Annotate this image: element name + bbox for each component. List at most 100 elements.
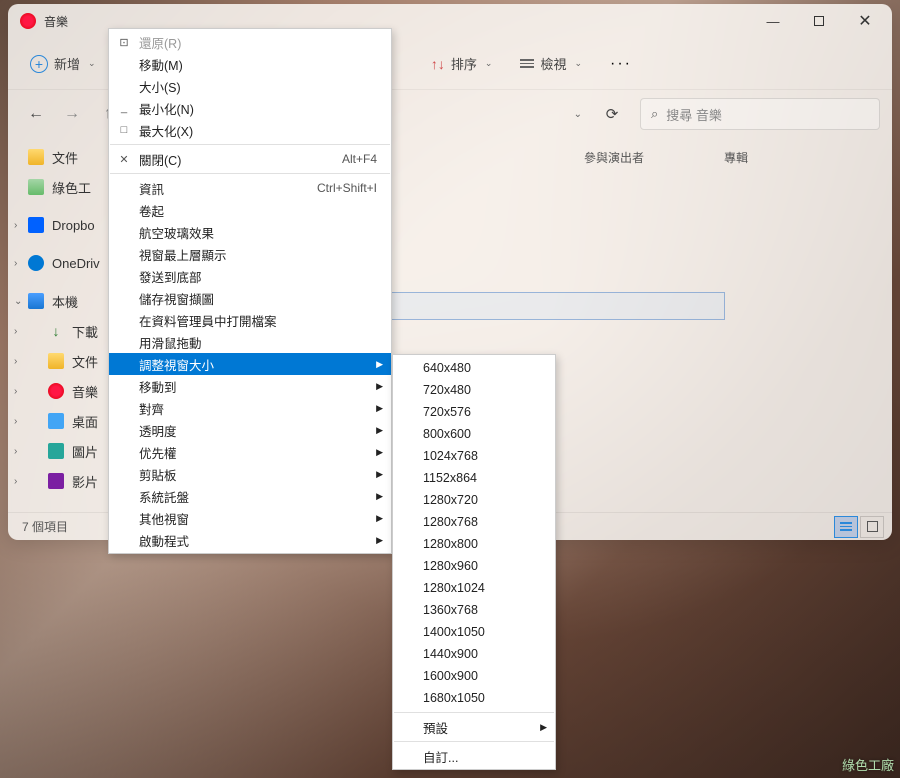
menu-size-option[interactable]: 1280x800 (393, 533, 555, 555)
menu-topmost[interactable]: 視窗最上層顯示 (109, 243, 391, 265)
menu-save-screenshot[interactable]: 儲存視窗擷圖 (109, 287, 391, 309)
empty-folder-message (355, 292, 725, 320)
menu-move-to[interactable]: 移動到▶ (109, 375, 391, 397)
menu-size-option[interactable]: 1440x900 (393, 643, 555, 665)
menu-preset[interactable]: 預設▶ (393, 716, 555, 738)
new-button[interactable]: + 新增 ⌄ (20, 48, 106, 79)
expand-icon[interactable]: › (14, 476, 26, 487)
sort-icon: ↑↓ (431, 56, 445, 72)
menu-size-option[interactable]: 1600x900 (393, 665, 555, 687)
menu-size-option[interactable]: 1024x768 (393, 445, 555, 467)
menu-size-option[interactable]: 1680x1050 (393, 687, 555, 709)
menu-size-option[interactable]: 1280x768 (393, 511, 555, 533)
close-icon: ✕ (117, 153, 131, 166)
column-artist[interactable]: 參與演出者 (584, 149, 724, 166)
menu-size-option[interactable]: 1360x768 (393, 599, 555, 621)
submenu-arrow-icon: ▶ (540, 722, 547, 733)
expand-icon[interactable]: › (14, 258, 26, 269)
submenu-arrow-icon: ▶ (376, 359, 383, 370)
submenu-arrow-icon: ▶ (376, 425, 383, 436)
chevron-down-icon: ⌄ (574, 58, 582, 69)
more-button[interactable]: ··· (600, 49, 642, 79)
expand-icon[interactable]: › (14, 446, 26, 457)
watermark: 綠色工廠 (842, 755, 894, 774)
view-icon (520, 59, 534, 68)
sort-button[interactable]: ↑↓ 排序 ⌄ (421, 48, 503, 79)
menu-send-bottom[interactable]: 發送到底部 (109, 265, 391, 287)
submenu-arrow-icon: ▶ (376, 491, 383, 502)
menu-minimize[interactable]: _最小化(N) (109, 97, 391, 119)
submenu-arrow-icon: ▶ (376, 469, 383, 480)
menu-size-option[interactable]: 720x576 (393, 401, 555, 423)
menu-size-option[interactable]: 1400x1050 (393, 621, 555, 643)
music-app-icon (20, 13, 36, 29)
submenu-arrow-icon: ▶ (376, 513, 383, 524)
collapse-icon[interactable]: ⌄ (14, 296, 26, 307)
menu-size-option[interactable]: 640x480 (393, 357, 555, 379)
menu-align[interactable]: 對齊▶ (109, 397, 391, 419)
view-button[interactable]: 檢視 ⌄ (510, 48, 592, 79)
search-icon: ⌕ (651, 106, 658, 122)
menu-systray[interactable]: 系統託盤▶ (109, 485, 391, 507)
menu-restore[interactable]: ⊡還原(R) (109, 31, 391, 53)
window-title: 音樂 (44, 13, 750, 30)
breadcrumb-chevron-icon[interactable]: ⌄ (564, 109, 592, 120)
menu-aero[interactable]: 航空玻璃效果 (109, 221, 391, 243)
close-button[interactable]: ✕ (842, 5, 888, 37)
expand-icon[interactable]: › (14, 416, 26, 427)
onedrive-icon (28, 255, 44, 271)
menu-resize[interactable]: 調整視窗大小▶ (109, 353, 391, 375)
column-album[interactable]: 專輯 (724, 149, 748, 166)
menu-size-option[interactable]: 1280x720 (393, 489, 555, 511)
icons-view-button[interactable] (860, 516, 884, 538)
minimize-icon: _ (117, 102, 131, 114)
details-view-button[interactable] (834, 516, 858, 538)
minimize-button[interactable]: — (750, 5, 796, 37)
menu-mouse-drag[interactable]: 用滑鼠拖動 (109, 331, 391, 353)
submenu-arrow-icon: ▶ (376, 447, 383, 458)
folder-icon (48, 353, 64, 369)
menu-maximize[interactable]: □最大化(X) (109, 119, 391, 141)
menu-size-option[interactable]: 1280x1024 (393, 577, 555, 599)
menu-move[interactable]: 移動(M) (109, 53, 391, 75)
submenu-arrow-icon: ▶ (376, 403, 383, 414)
menu-size-option[interactable]: 800x600 (393, 423, 555, 445)
menu-custom[interactable]: 自訂... (393, 745, 555, 767)
menu-size-option[interactable]: 1152x864 (393, 467, 555, 489)
menu-info[interactable]: 資訊Ctrl+Shift+I (109, 177, 391, 199)
desktop-icon (48, 413, 64, 429)
submenu-arrow-icon: ▶ (376, 381, 383, 392)
restore-icon: ⊡ (117, 36, 131, 49)
expand-icon[interactable]: › (14, 326, 26, 337)
menu-close[interactable]: ✕關閉(C)Alt+F4 (109, 148, 391, 170)
music-icon (48, 383, 64, 399)
menu-start-program[interactable]: 啟動程式▶ (109, 529, 391, 551)
menu-open-explorer[interactable]: 在資料管理員中打開檔案 (109, 309, 391, 331)
chevron-down-icon: ⌄ (88, 58, 96, 69)
expand-icon[interactable]: › (14, 386, 26, 397)
chevron-down-icon: ⌄ (485, 58, 493, 69)
refresh-button[interactable]: ⟳ (596, 98, 628, 130)
search-input[interactable]: ⌕ 搜尋 音樂 (640, 98, 880, 130)
pc-icon (28, 293, 44, 309)
back-button[interactable]: ← (20, 98, 52, 130)
menu-priority[interactable]: 优先權▶ (109, 441, 391, 463)
folder-icon (28, 179, 44, 195)
expand-icon[interactable]: › (14, 220, 26, 231)
menu-other-windows[interactable]: 其他視窗▶ (109, 507, 391, 529)
maximize-button[interactable] (796, 5, 842, 37)
menu-rollup[interactable]: 卷起 (109, 199, 391, 221)
forward-button[interactable]: → (56, 98, 88, 130)
pictures-icon (48, 443, 64, 459)
menu-size-option[interactable]: 1280x960 (393, 555, 555, 577)
folder-icon (28, 149, 44, 165)
system-menu: ⊡還原(R) 移動(M) 大小(S) _最小化(N) □最大化(X) ✕關閉(C… (108, 28, 392, 554)
expand-icon[interactable]: › (14, 356, 26, 367)
submenu-arrow-icon: ▶ (376, 535, 383, 546)
menu-clipboard[interactable]: 剪貼板▶ (109, 463, 391, 485)
video-icon (48, 473, 64, 489)
menu-size[interactable]: 大小(S) (109, 75, 391, 97)
menu-transparency[interactable]: 透明度▶ (109, 419, 391, 441)
menu-size-option[interactable]: 720x480 (393, 379, 555, 401)
download-icon: ↓ (48, 323, 64, 339)
